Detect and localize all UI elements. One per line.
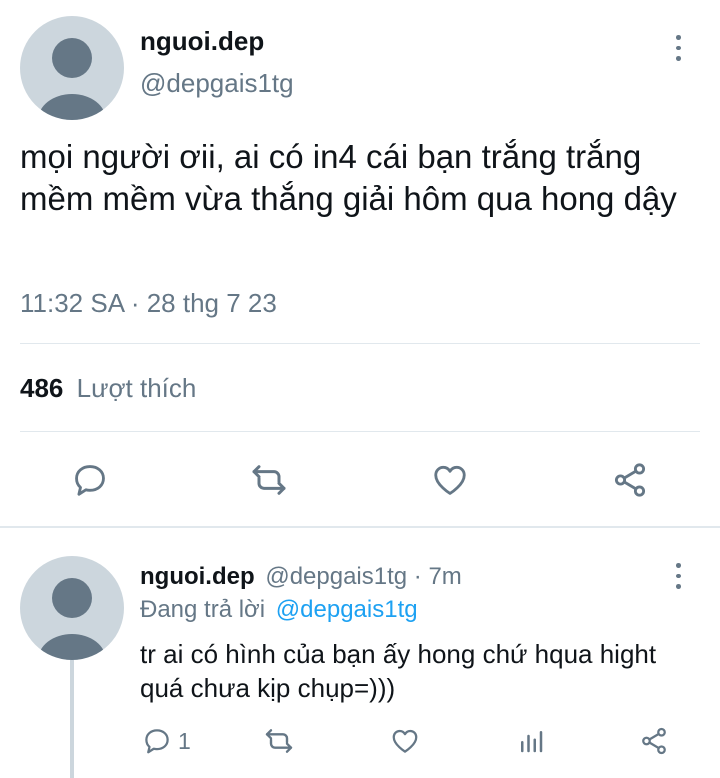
timestamp[interactable]: 11:32 SA · 28 thg 7 23 [20, 288, 277, 319]
reply-text: tr ai có hình của bạn ấy hong chứ hqua h… [140, 639, 657, 703]
reply-header: nguoi.dep @depgais1tg · 7m [140, 563, 462, 591]
share-icon[interactable] [610, 460, 650, 500]
replying-to-handle[interactable]: @depgais1tg [276, 596, 418, 623]
divider [20, 431, 700, 432]
reply-like-icon[interactable] [388, 724, 422, 758]
likes-count: 486 [20, 373, 64, 403]
divider [20, 343, 700, 344]
likes-label: Lượt thích [76, 373, 197, 403]
reply-icon[interactable] [70, 460, 110, 500]
reply-meta[interactable]: @depgais1tg · 7m [265, 563, 461, 590]
reply-reply-icon[interactable] [140, 724, 174, 758]
avatar[interactable] [20, 16, 124, 120]
analytics-icon[interactable] [514, 724, 548, 758]
reply-display-name[interactable]: nguoi.dep [140, 563, 255, 590]
reply-retweet-icon[interactable] [262, 724, 296, 758]
handle[interactable]: @depgais1tg [140, 68, 294, 99]
tweet-text: mọi người ơii, ai có in4 cái bạn trắng t… [20, 138, 677, 217]
replying-to: Đang trả lời @depgais1tg [140, 596, 418, 624]
like-icon[interactable] [430, 460, 470, 500]
more-options-icon[interactable] [668, 32, 688, 64]
display-name[interactable]: nguoi.dep [140, 26, 264, 57]
likes-stat[interactable]: 486 Lượt thích [20, 373, 196, 404]
retweet-icon[interactable] [249, 460, 289, 500]
reply-share-icon[interactable] [637, 724, 671, 758]
reply-count: 1 [178, 728, 191, 754]
replying-prefix: Đang trả lời [140, 596, 266, 623]
reply-more-options-icon[interactable] [668, 560, 688, 592]
section-separator [0, 526, 720, 528]
thread-line [70, 660, 74, 778]
reply-avatar[interactable] [20, 556, 124, 660]
